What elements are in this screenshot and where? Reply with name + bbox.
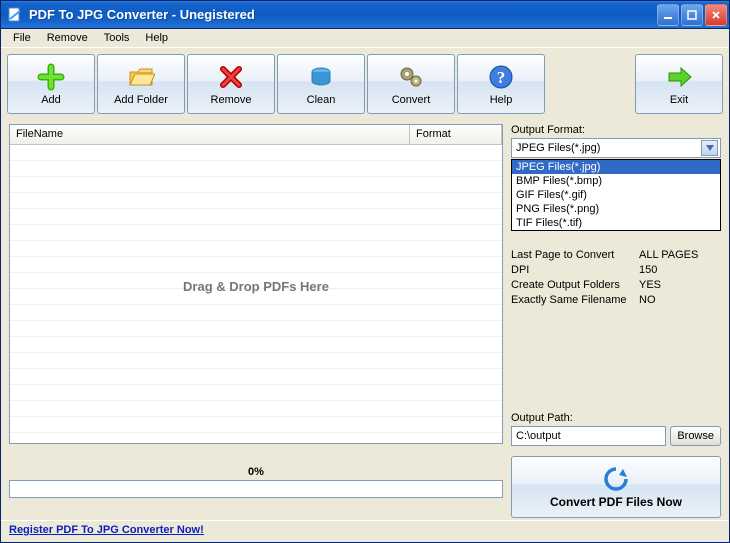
menu-remove[interactable]: Remove [39, 30, 96, 46]
gears-icon [396, 62, 426, 92]
file-list[interactable]: FileName Format Drag & Drop PDFs Here [9, 124, 503, 444]
right-pane: Output Format: JPEG Files(*.jpg) JPEG Fi… [511, 124, 721, 518]
exit-button[interactable]: Exit [635, 54, 723, 114]
setting-createfolders-val: YES [639, 278, 661, 293]
output-path-label: Output Path: [511, 412, 721, 424]
progress-percent: 0% [9, 466, 503, 478]
setting-createfolders-key: Create Output Folders [511, 278, 639, 293]
convert-now-button[interactable]: Convert PDF Files Now [511, 456, 721, 518]
convert-label: Convert [392, 94, 431, 106]
help-button[interactable]: ? Help [457, 54, 545, 114]
drop-hint: Drag & Drop PDFs Here [10, 279, 502, 294]
file-list-body[interactable]: Drag & Drop PDFs Here [10, 145, 502, 443]
setting-samefilename-key: Exactly Same Filename [511, 293, 639, 308]
output-format-combobox[interactable]: JPEG Files(*.jpg) [511, 138, 721, 158]
option-jpeg[interactable]: JPEG Files(*.jpg) [512, 160, 720, 174]
remove-button[interactable]: Remove [187, 54, 275, 114]
output-path-input[interactable] [511, 426, 666, 446]
arrow-right-icon [664, 62, 694, 92]
folder-icon [126, 62, 156, 92]
option-gif[interactable]: GIF Files(*.gif) [512, 188, 720, 202]
svg-text:?: ? [497, 68, 506, 87]
x-icon [216, 62, 246, 92]
remove-label: Remove [211, 94, 252, 106]
titlebar: PDF To JPG Converter - Unegistered [1, 1, 729, 29]
help-icon: ? [486, 62, 516, 92]
menubar: File Remove Tools Help [1, 29, 729, 48]
setting-row-lastpage[interactable]: Last Page to Convert ALL PAGES [511, 248, 721, 263]
register-link[interactable]: Register PDF To JPG Converter Now! [9, 524, 204, 536]
chevron-down-icon[interactable] [701, 140, 718, 156]
output-format-label: Output Format: [511, 124, 721, 136]
maximize-button[interactable] [681, 4, 703, 26]
clean-icon [306, 62, 336, 92]
add-button[interactable]: Add [7, 54, 95, 114]
toolbar: Add Add Folder Remove Clean [1, 48, 729, 120]
output-format-value: JPEG Files(*.jpg) [516, 142, 600, 154]
footer: Register PDF To JPG Converter Now! [1, 520, 729, 542]
clean-button[interactable]: Clean [277, 54, 365, 114]
add-folder-label: Add Folder [114, 94, 168, 106]
app-icon [7, 7, 23, 23]
setting-row-createfolders[interactable]: Create Output Folders YES [511, 278, 721, 293]
column-filename[interactable]: FileName [10, 125, 410, 144]
setting-samefilename-val: NO [639, 293, 656, 308]
menu-file[interactable]: File [5, 30, 39, 46]
setting-dpi-val: 150 [639, 263, 657, 278]
setting-row-samefilename[interactable]: Exactly Same Filename NO [511, 293, 721, 308]
menu-help[interactable]: Help [137, 30, 176, 46]
refresh-icon [603, 466, 629, 492]
setting-lastpage-key: Last Page to Convert [511, 248, 639, 263]
setting-row-dpi[interactable]: DPI 150 [511, 263, 721, 278]
option-png[interactable]: PNG Files(*.png) [512, 202, 720, 216]
minimize-button[interactable] [657, 4, 679, 26]
setting-lastpage-val: ALL PAGES [639, 248, 698, 263]
setting-dpi-key: DPI [511, 263, 639, 278]
option-bmp[interactable]: BMP Files(*.bmp) [512, 174, 720, 188]
left-pane: FileName Format Drag & Drop PDFs Here 0% [9, 124, 503, 518]
convert-now-label: Convert PDF Files Now [550, 495, 682, 509]
file-list-header: FileName Format [10, 125, 502, 145]
convert-button[interactable]: Convert [367, 54, 455, 114]
column-format[interactable]: Format [410, 125, 502, 144]
progress-block: 0% [9, 466, 503, 498]
browse-button[interactable]: Browse [670, 426, 721, 446]
menu-tools[interactable]: Tools [96, 30, 138, 46]
help-label: Help [490, 94, 513, 106]
close-button[interactable] [705, 4, 727, 26]
plus-icon [36, 62, 66, 92]
add-folder-button[interactable]: Add Folder [97, 54, 185, 114]
progress-bar [9, 480, 503, 498]
window-buttons [657, 4, 727, 26]
main-area: FileName Format Drag & Drop PDFs Here 0%… [1, 120, 729, 520]
output-format-dropdown[interactable]: JPEG Files(*.jpg) BMP Files(*.bmp) GIF F… [511, 159, 721, 231]
settings-box: Last Page to Convert ALL PAGES DPI 150 C… [511, 248, 721, 308]
exit-label: Exit [670, 94, 688, 106]
option-tif[interactable]: TIF Files(*.tif) [512, 216, 720, 230]
window-title: PDF To JPG Converter - Unegistered [29, 7, 657, 22]
add-label: Add [41, 94, 61, 106]
output-path-row: Browse [511, 426, 721, 446]
clean-label: Clean [307, 94, 336, 106]
